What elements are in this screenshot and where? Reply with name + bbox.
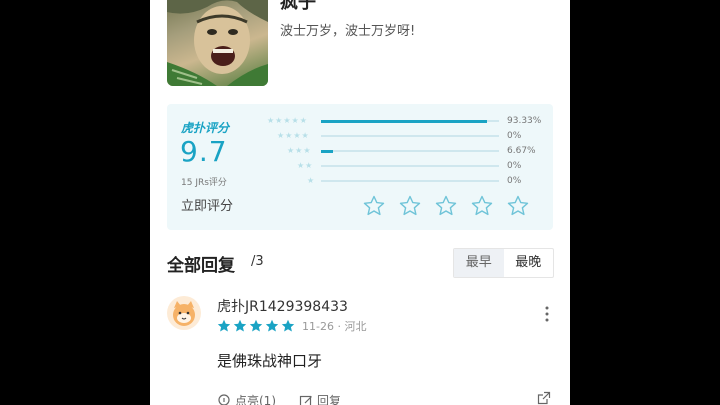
comment-meta: 11-26 · 河北 [302,320,367,333]
star-outline-icon[interactable] [506,194,530,218]
rating-count: 15 JRs评分 [181,178,227,188]
comment-username[interactable]: 虎扑JR1429398433 [217,296,348,316]
avatar[interactable] [167,296,201,330]
distribution-stars: ★ [307,176,316,185]
sort-toggle: 最早 最晚 [453,248,554,278]
distribution-percent: 0% [507,131,522,141]
distribution-stars: ★★★★★ [267,116,308,125]
star-filled-icon [265,319,279,332]
rate-stars-input[interactable] [362,194,542,218]
book-title: 疯子 [280,0,316,13]
distribution-percent: 93.33% [507,116,542,126]
star-filled-icon [217,319,231,332]
like-label: 点亮(1) [235,394,276,405]
star-outline-icon[interactable] [470,194,494,218]
cover-image[interactable] [167,0,268,86]
distribution-bar-track [321,165,499,167]
distribution-bar-track [321,119,499,123]
more-icon[interactable] [543,305,551,323]
rate-now-label[interactable]: 立即评分 [181,195,233,214]
distribution-bar-fill [321,149,333,153]
star-outline-icon[interactable] [362,194,386,218]
star-outline-icon[interactable] [434,194,458,218]
distribution-row-3-star: ★★★ 6.67% [265,145,555,157]
lightbulb-icon [218,393,230,405]
distribution-percent: 6.67% [507,146,536,156]
sort-latest-button[interactable]: 最晚 [504,249,554,277]
distribution-percent: 0% [507,176,522,186]
rating-score: 9.7 [180,135,228,168]
distribution-row-5-star: ★★★★★ 93.33% [265,115,555,127]
distribution-stars: ★★ [297,161,314,170]
star-filled-icon [249,319,263,332]
sort-earliest-button[interactable]: 最早 [454,249,504,277]
distribution-bar-track [321,149,499,153]
distribution-bar-track [321,180,499,182]
app-screen: 疯子 波士万岁，波士万岁呀! 虎扑评分 9.7 15 JRs评分 立即评分 ★★… [150,0,570,405]
distribution-bar-fill [321,119,488,123]
reply-button[interactable]: 回复 [299,392,341,405]
share-icon[interactable] [537,391,551,405]
distribution-row-2-star: ★★ 0% [265,160,555,172]
distribution-row-1-star: ★ 0% [265,175,555,187]
reply-label: 回复 [317,394,342,405]
replies-title: 全部回复 [167,256,235,276]
star-outline-icon[interactable] [398,194,422,218]
replies-count: /3 [251,254,264,269]
distribution-stars: ★★★ [287,146,312,155]
star-filled-icon [281,319,295,332]
book-subtitle: 波士万岁，波士万岁呀! [280,24,416,39]
rating-card: 虎扑评分 9.7 15 JRs评分 立即评分 ★★★★★ 93.33% ★★★★ 0%… [167,104,553,230]
edit-icon [299,395,312,405]
distribution-percent: 0% [507,161,522,171]
like-button[interactable]: 点亮(1) [217,392,276,405]
distribution-row-4-star: ★★★★ 0% [265,130,555,142]
distribution-bar-track [321,135,499,137]
comment-body: 是佛珠战神口牙 [217,352,323,370]
comment-star-rating [217,318,297,332]
star-filled-icon [233,319,247,332]
rating-brand-logo: 虎扑评分 [181,121,230,135]
distribution-stars: ★★★★ [277,131,310,140]
